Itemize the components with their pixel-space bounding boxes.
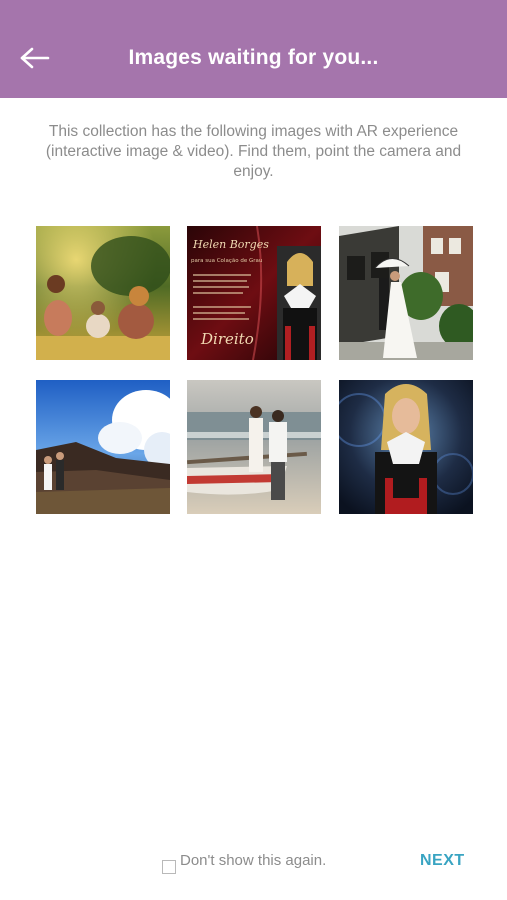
arrow-left-icon: [20, 47, 50, 69]
invitation-subtitle: para sua Colação de Grau: [191, 258, 262, 264]
dont-show-again-label: Don't show this again.: [180, 852, 327, 869]
gallery-image-beach-rocks[interactable]: [36, 380, 170, 514]
couple-boat-beach-photo: [187, 380, 321, 514]
family-outdoor-photo: [36, 226, 170, 360]
gallery-image-family[interactable]: [36, 226, 170, 360]
gallery-image-wedding[interactable]: [339, 226, 473, 360]
gallery-image-graduation[interactable]: [339, 380, 473, 514]
wedding-couple-umbrella-photo: [339, 226, 473, 360]
page-title: Images waiting for you...: [128, 46, 379, 69]
graduation-invitation-photo: Helen Borges para sua Colação de Grau Di…: [187, 226, 321, 360]
invitation-course: Direito: [200, 330, 254, 348]
gallery-image-invitation[interactable]: Helen Borges para sua Colação de Grau Di…: [187, 226, 321, 360]
back-button[interactable]: [14, 37, 56, 79]
app-bar: Images waiting for you...: [0, 0, 507, 98]
intro-text: This collection has the following images…: [45, 123, 462, 180]
invitation-name: Helen Borges: [192, 238, 269, 251]
gallery-image-boat[interactable]: [187, 380, 321, 514]
couple-beach-rocks-photo: [36, 380, 170, 514]
graduation-portrait-photo: [339, 380, 473, 514]
dont-show-again-checkbox[interactable]: [162, 860, 176, 874]
next-button[interactable]: NEXT: [420, 852, 465, 870]
ar-collection-screen: Images waiting for you... This collectio…: [0, 0, 507, 900]
